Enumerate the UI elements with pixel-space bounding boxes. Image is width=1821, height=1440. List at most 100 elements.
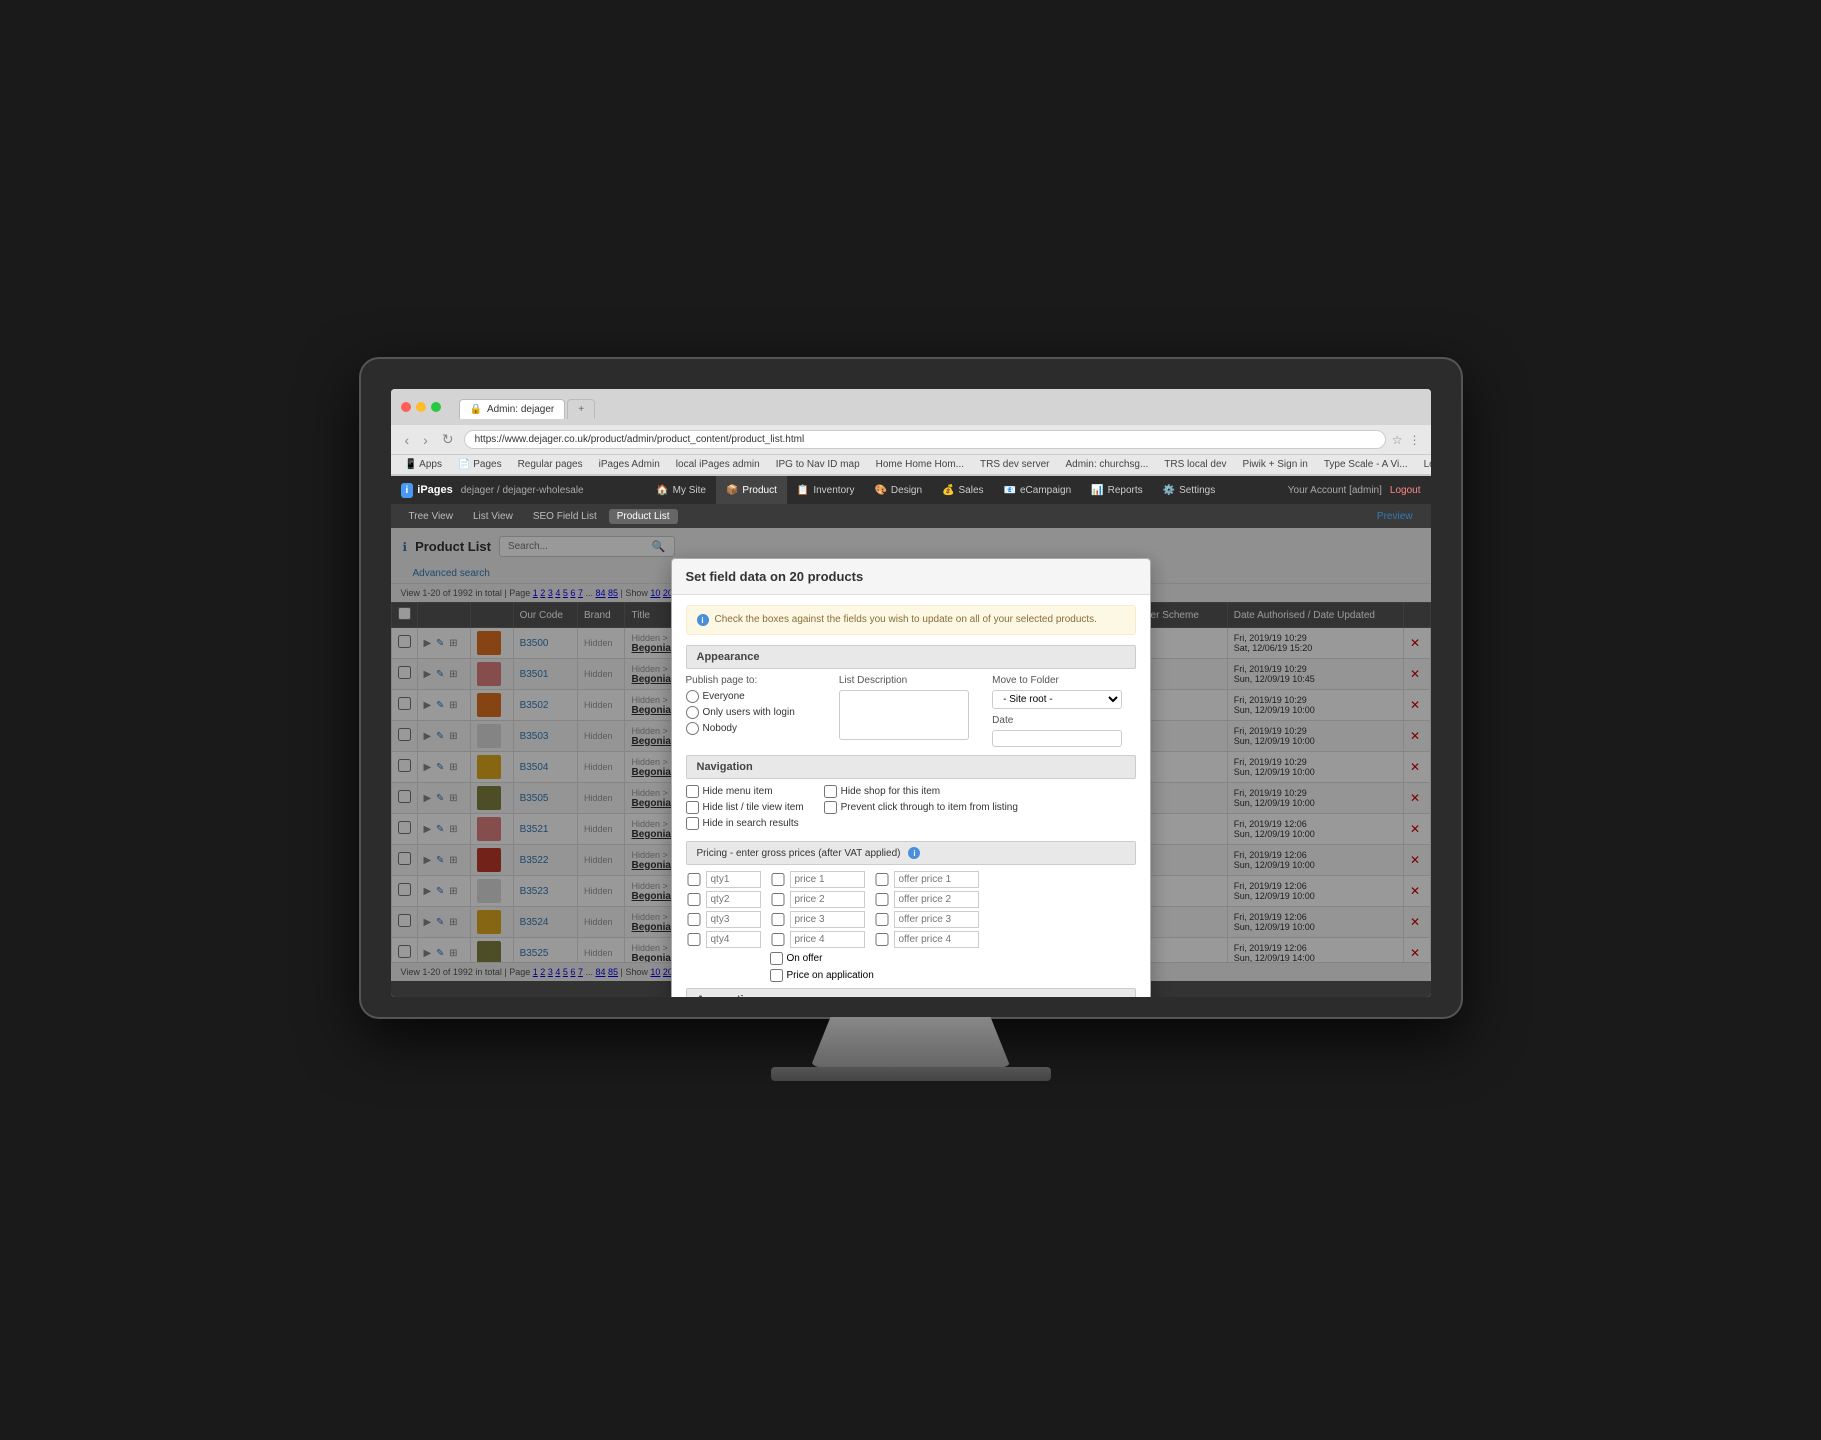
- publish-everyone-radio[interactable]: [686, 690, 699, 703]
- traffic-lights: [401, 402, 441, 412]
- pricing-row-3: [686, 911, 1136, 928]
- logout-btn[interactable]: Logout: [1390, 485, 1421, 496]
- qty3-checkbox[interactable]: [686, 913, 702, 926]
- hide-search-checkbox[interactable]: [686, 817, 699, 830]
- tab-icon: 🔒: [470, 404, 482, 415]
- price2-input[interactable]: [790, 891, 865, 908]
- design-icon: 🎨: [874, 485, 886, 496]
- nav-mysite[interactable]: 🏠 My Site: [646, 476, 716, 504]
- modal-info-banner: i Check the boxes against the fields you…: [686, 605, 1136, 635]
- fullscreen-button[interactable]: [431, 402, 441, 412]
- publish-section: Publish page to: Everyone Only users wit…: [686, 675, 1136, 747]
- publish-nobody-radio[interactable]: [686, 722, 699, 735]
- pricing-grid: On offer Price on application: [686, 871, 1136, 982]
- bookmark-type-scale[interactable]: Type Scale - A Vi...: [1320, 458, 1412, 471]
- price-on-application-checkbox[interactable]: [770, 969, 783, 982]
- on-offer-checkbox[interactable]: [770, 952, 783, 965]
- pricing-row-2: [686, 891, 1136, 908]
- nav-sales[interactable]: 💰 Sales: [932, 476, 993, 504]
- qty3-input[interactable]: [706, 911, 761, 928]
- nav-reports[interactable]: 📊 Reports: [1081, 476, 1152, 504]
- accounting-section: Accounting Unit Size: [686, 988, 1136, 997]
- user-account[interactable]: Your Account [admin]: [1288, 485, 1382, 496]
- prevent-clickthrough[interactable]: Prevent click through to item from listi…: [824, 801, 1018, 814]
- qty2-input[interactable]: [706, 891, 761, 908]
- list-description-input[interactable]: [839, 690, 969, 740]
- app-logo[interactable]: i iPages: [401, 483, 453, 498]
- hide-shop[interactable]: Hide shop for this item: [824, 785, 1018, 798]
- qty1-checkbox[interactable]: [686, 873, 702, 886]
- browser-menu[interactable]: ⋮: [1409, 433, 1421, 447]
- new-tab-button[interactable]: +: [567, 399, 595, 419]
- offerprice1-input[interactable]: [894, 871, 979, 888]
- offerprice4-input[interactable]: [894, 931, 979, 948]
- nav-settings[interactable]: ⚙️ Settings: [1153, 476, 1226, 504]
- sec-nav-seofieldlist[interactable]: SEO Field List: [525, 509, 605, 524]
- bookmark-star[interactable]: ☆: [1392, 433, 1403, 447]
- qty4-checkbox[interactable]: [686, 933, 702, 946]
- pricing-row-4: [686, 931, 1136, 948]
- on-offer-row: On offer: [686, 952, 1136, 965]
- publish-nobody[interactable]: Nobody: [686, 722, 829, 735]
- price3-checkbox[interactable]: [770, 913, 786, 926]
- price3-input[interactable]: [790, 911, 865, 928]
- price4-input[interactable]: [790, 931, 865, 948]
- qty2-checkbox[interactable]: [686, 893, 702, 906]
- bookmark-trs[interactable]: TRS dev server: [976, 458, 1053, 471]
- back-button[interactable]: ‹: [401, 430, 414, 450]
- hide-menu-checkbox[interactable]: [686, 785, 699, 798]
- product-icon: 📦: [726, 485, 738, 496]
- bookmark-piwik[interactable]: Piwik + Sign in: [1239, 458, 1312, 471]
- bookmark-apps[interactable]: 📱 Apps: [401, 458, 446, 471]
- bookmark-home[interactable]: Home Home Hom...: [872, 458, 968, 471]
- price4-checkbox[interactable]: [770, 933, 786, 946]
- offerprice2-input[interactable]: [894, 891, 979, 908]
- date-input[interactable]: [992, 730, 1122, 747]
- price1-input[interactable]: [790, 871, 865, 888]
- preview-button[interactable]: Preview: [1369, 509, 1421, 524]
- folder-select[interactable]: - Site root -: [992, 690, 1122, 709]
- appearance-section-header: Appearance: [686, 645, 1136, 669]
- qty1-input[interactable]: [706, 871, 761, 888]
- offerprice3-input[interactable]: [894, 911, 979, 928]
- sec-nav-listview[interactable]: List View: [465, 509, 521, 524]
- hide-menu-item[interactable]: Hide menu item: [686, 785, 804, 798]
- nav-design[interactable]: 🎨 Design: [864, 476, 932, 504]
- bookmark-ipages-admin[interactable]: iPages Admin: [595, 458, 664, 471]
- offerprice4-checkbox[interactable]: [874, 933, 890, 946]
- prevent-click-checkbox[interactable]: [824, 801, 837, 814]
- bookmark-local[interactable]: local iPages admin: [672, 458, 764, 471]
- offerprice1-checkbox[interactable]: [874, 873, 890, 886]
- pricing-info-icon: i: [908, 847, 920, 859]
- active-tab[interactable]: 🔒 Admin: dejager: [459, 399, 566, 419]
- address-bar[interactable]: https://www.dejager.co.uk/product/admin/…: [464, 430, 1386, 449]
- hide-list-checkbox[interactable]: [686, 801, 699, 814]
- nav-inventory[interactable]: 📋 Inventory: [787, 476, 865, 504]
- bookmark-trs-local[interactable]: TRS local dev: [1160, 458, 1230, 471]
- hide-shop-checkbox[interactable]: [824, 785, 837, 798]
- qty4-input[interactable]: [706, 931, 761, 948]
- app-topbar-right: Your Account [admin] Logout: [1288, 485, 1421, 496]
- publish-users-login[interactable]: Only users with login: [686, 706, 829, 719]
- publish-everyone[interactable]: Everyone: [686, 690, 829, 703]
- close-button[interactable]: [401, 402, 411, 412]
- nav-product[interactable]: 📦 Product: [716, 476, 787, 504]
- nav-ecampaign[interactable]: 📧 eCampaign: [994, 476, 1082, 504]
- forward-button[interactable]: ›: [419, 430, 432, 450]
- hide-list-tile[interactable]: Hide list / tile view item: [686, 801, 804, 814]
- price1-checkbox[interactable]: [770, 873, 786, 886]
- sec-nav-productlist[interactable]: Product List: [609, 509, 678, 524]
- publish-login-radio[interactable]: [686, 706, 699, 719]
- bookmark-regular[interactable]: Regular pages: [514, 458, 587, 471]
- price2-checkbox[interactable]: [770, 893, 786, 906]
- bookmark-pages[interactable]: 📄 Pages: [454, 458, 506, 471]
- minimize-button[interactable]: [416, 402, 426, 412]
- sec-nav-treeview[interactable]: Tree View: [401, 509, 461, 524]
- bookmark-admin-church[interactable]: Admin: churchsg...: [1061, 458, 1152, 471]
- refresh-button[interactable]: ↻: [438, 429, 458, 450]
- bookmark-ipg[interactable]: IPG to Nav ID map: [772, 458, 864, 471]
- offerprice3-checkbox[interactable]: [874, 913, 890, 926]
- hide-search[interactable]: Hide in search results: [686, 817, 804, 830]
- bookmark-lorem[interactable]: Lorem Ipsum: [1420, 458, 1431, 471]
- offerprice2-checkbox[interactable]: [874, 893, 890, 906]
